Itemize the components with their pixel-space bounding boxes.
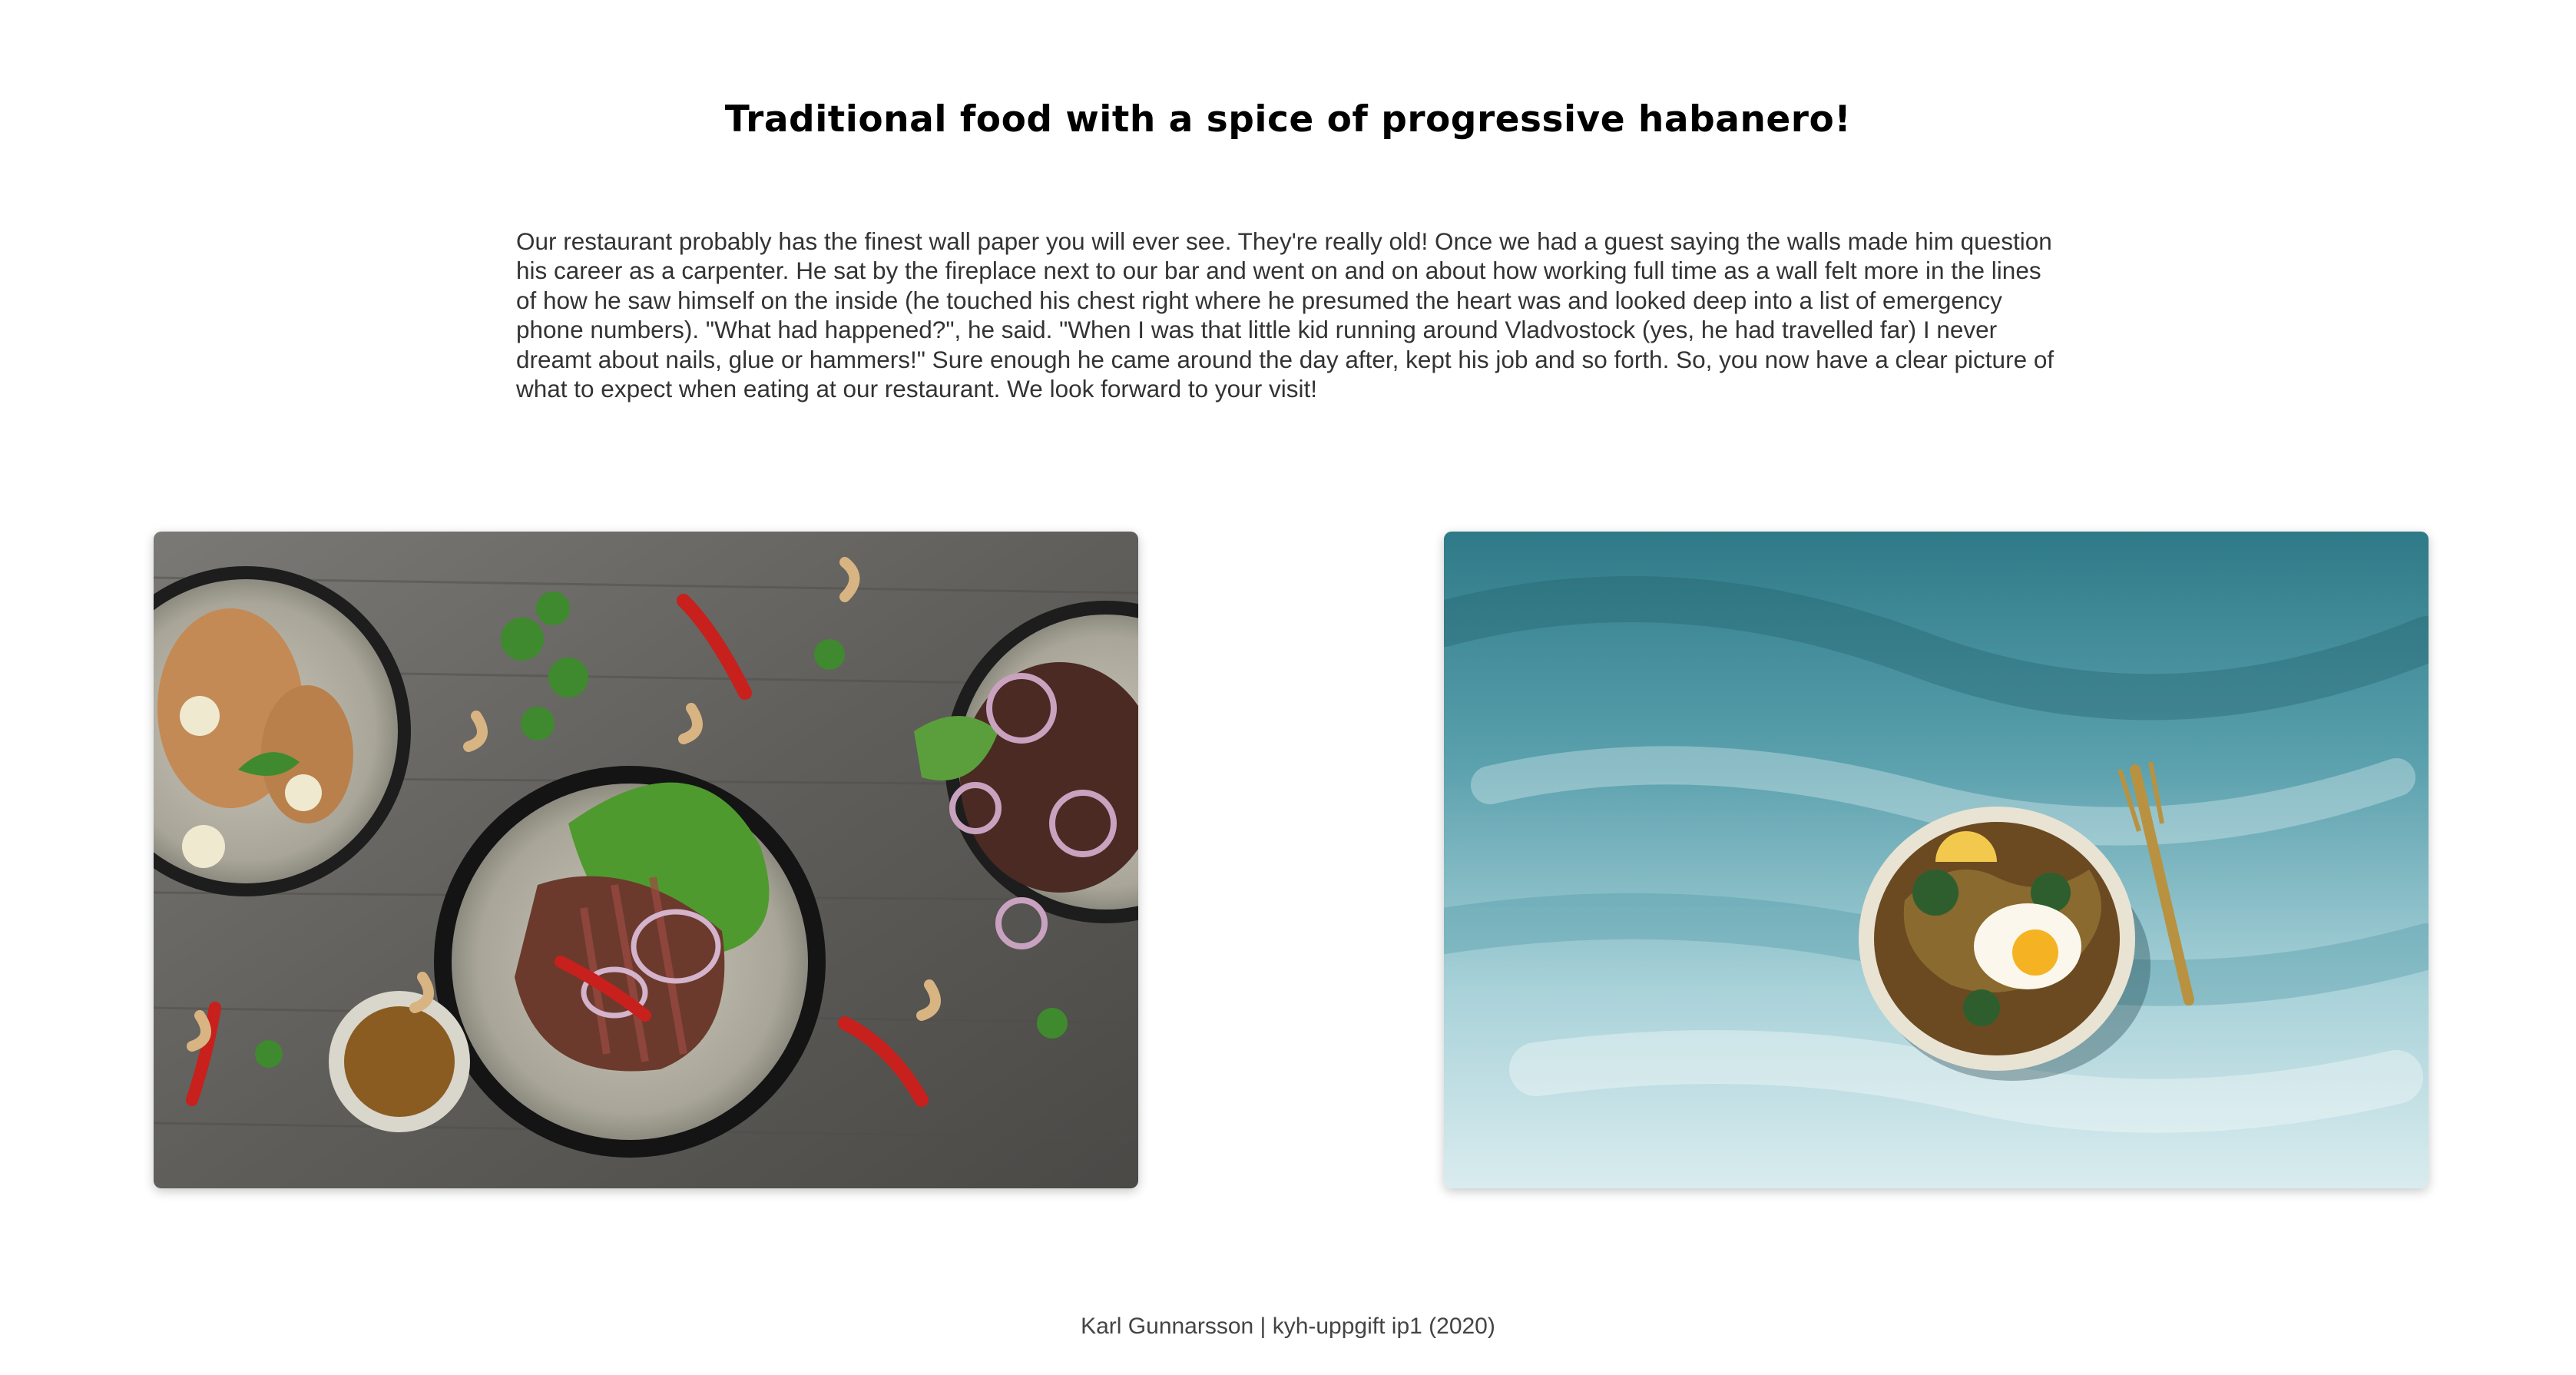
- noodle-bowl-on-teal-background-image: [1444, 532, 2429, 1188]
- intro-paragraph: Our restaurant probably has the finest w…: [516, 227, 2055, 403]
- food-bowls-on-wood-table-image: [154, 532, 1138, 1188]
- footer-credit: Karl Gunnarsson | kyh-uppgift ip1 (2020): [1081, 1314, 1495, 1339]
- page-title: Traditional food with a spice of progres…: [724, 98, 1852, 141]
